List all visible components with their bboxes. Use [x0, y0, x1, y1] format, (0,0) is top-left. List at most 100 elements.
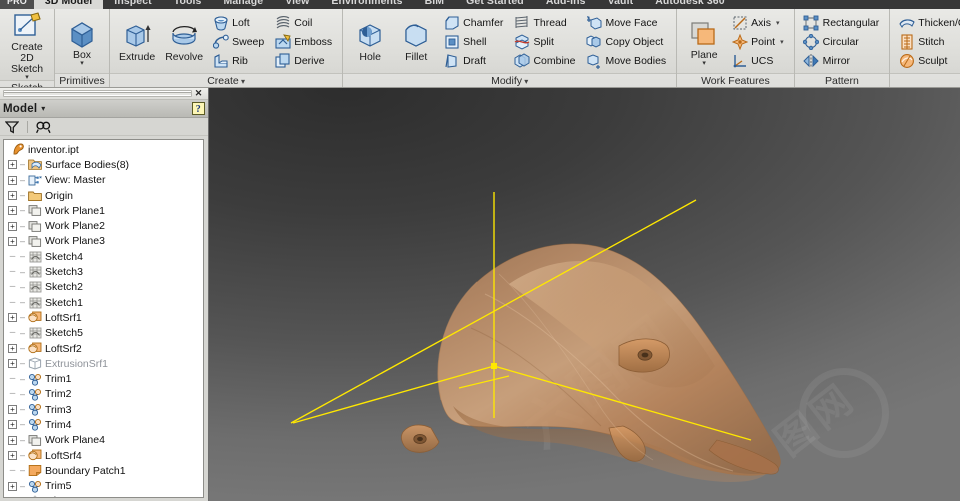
ribbon-tab-add-ins[interactable]: Add-Ins: [535, 0, 597, 9]
expand-icon[interactable]: +: [7, 358, 18, 369]
ribbon-panel-label[interactable]: Surface ▾: [890, 73, 960, 87]
find-icon[interactable]: [36, 120, 52, 134]
expand-icon[interactable]: +: [7, 205, 18, 216]
close-icon[interactable]: ✕: [192, 88, 205, 99]
ribbon-tab-inspect[interactable]: Inspect: [103, 0, 162, 9]
tree-node[interactable]: – – Trim2: [4, 387, 203, 402]
ribbon-button-emboss[interactable]: Emboss: [272, 32, 336, 51]
ribbon-button-draft[interactable]: Draft: [441, 51, 507, 70]
ribbon-button-create-2d-sketch[interactable]: Create 2D Sketch ▾: [4, 10, 50, 81]
tree-node[interactable]: – – Sketch5: [4, 326, 203, 341]
ribbon-button-thread[interactable]: Thread: [511, 13, 579, 32]
tree-node[interactable]: + – Origin: [4, 188, 203, 203]
expand-icon[interactable]: +: [7, 312, 18, 323]
expand-icon[interactable]: +: [7, 175, 18, 186]
tree-node[interactable]: + – Surface Bodies(8): [4, 157, 203, 172]
ribbon-tab-bim[interactable]: BIM: [414, 0, 456, 9]
ribbon-button-point[interactable]: Point ▾: [729, 32, 787, 51]
ribbon-button-derive[interactable]: Derive: [272, 51, 336, 70]
tree-node[interactable]: – – Trim1: [4, 371, 203, 386]
ribbon-button-fillet[interactable]: Fillet: [393, 20, 439, 63]
expand-icon[interactable]: +: [7, 190, 18, 201]
chevron-down-icon[interactable]: ▾: [702, 60, 706, 67]
ribbon-panel-label[interactable]: Work Features: [677, 73, 794, 87]
help-icon[interactable]: ?: [192, 102, 205, 115]
ribbon-button-move-face[interactable]: Move Face: [583, 13, 670, 32]
ribbon-button-shell[interactable]: Shell: [441, 32, 507, 51]
browser-drag-grip[interactable]: ✕: [0, 88, 208, 100]
ribbon-tab-manage[interactable]: Manage: [213, 0, 275, 9]
ribbon-tab-autodesk-360[interactable]: Autodesk 360: [644, 0, 735, 9]
ribbon-tab-environments[interactable]: Environments: [320, 0, 413, 9]
ribbon-button-axis[interactable]: Axis ▾: [729, 13, 787, 32]
filter-icon[interactable]: [5, 120, 19, 134]
ribbon-button-extrude[interactable]: Extrude: [114, 20, 160, 63]
tree-node[interactable]: + – LoftSrf1: [4, 310, 203, 325]
ribbon-tab-vault[interactable]: Vault: [597, 0, 645, 9]
chevron-down-icon[interactable]: ▾: [522, 77, 528, 86]
tree-node[interactable]: – – Sketch1: [4, 295, 203, 310]
expand-icon[interactable]: +: [7, 221, 18, 232]
ribbon-panel-label[interactable]: Primitives: [55, 73, 109, 87]
tree-node[interactable]: + – Work Plane2: [4, 218, 203, 233]
ribbon-button-mirror[interactable]: Mirror: [801, 51, 884, 70]
tree-node[interactable]: – – Boundary Patch1: [4, 463, 203, 478]
ribbon-button-revolve[interactable]: Revolve: [160, 20, 208, 63]
expand-icon[interactable]: +: [7, 481, 18, 492]
expand-icon[interactable]: +: [7, 496, 18, 497]
ribbon-button-plane[interactable]: Plane ▾: [681, 18, 727, 67]
expand-icon[interactable]: +: [7, 236, 18, 247]
tree-node[interactable]: + – View: Master: [4, 173, 203, 188]
tree-node[interactable]: + – LoftSrf4: [4, 448, 203, 463]
ribbon-button-split[interactable]: Split: [511, 32, 579, 51]
tree-node[interactable]: – – Sketch4: [4, 249, 203, 264]
tree-node[interactable]: + – Work Plane4: [4, 433, 203, 448]
ribbon-button-sculpt[interactable]: Sculpt: [896, 51, 960, 70]
ribbon-button-ucs[interactable]: UCS: [729, 51, 787, 70]
ribbon-button-box[interactable]: Box ▾: [59, 18, 105, 67]
ribbon-tab-get-started[interactable]: Get Started: [455, 0, 535, 9]
tree-node[interactable]: + – Work Plane3: [4, 234, 203, 249]
tree-node[interactable]: + – ExtrusionSrf1: [4, 356, 203, 371]
ribbon-panel-label[interactable]: Modify ▾: [343, 73, 677, 87]
tree-node[interactable]: + – Trim5: [4, 479, 203, 494]
ribbon-button-copy-object[interactable]: Copy Object: [583, 32, 670, 51]
ribbon-button-thicken-offset[interactable]: Thicken/Offset: [896, 13, 960, 32]
chevron-down-icon[interactable]: ▾: [239, 77, 245, 86]
expand-icon[interactable]: +: [7, 450, 18, 461]
tree-node[interactable]: – – Sketch2: [4, 280, 203, 295]
ribbon-button-chamfer[interactable]: Chamfer: [441, 13, 507, 32]
expand-icon[interactable]: +: [7, 159, 18, 170]
ribbon-button-move-bodies[interactable]: Move Bodies: [583, 51, 670, 70]
expand-icon[interactable]: +: [7, 404, 18, 415]
ribbon-panel-label[interactable]: Pattern: [794, 73, 890, 87]
ribbon-button-loft[interactable]: Loft: [210, 13, 268, 32]
tree-node[interactable]: + – Trim4: [4, 417, 203, 432]
ribbon-tab-view[interactable]: View: [274, 0, 320, 9]
expand-icon[interactable]: +: [7, 343, 18, 354]
expand-icon[interactable]: +: [7, 435, 18, 446]
chevron-down-icon[interactable]: ▾: [41, 104, 45, 113]
tree-node[interactable]: + – Work Plane1: [4, 203, 203, 218]
ribbon-button-rectangular[interactable]: Rectangular: [801, 13, 884, 32]
ribbon-panel-label[interactable]: Sketch: [0, 80, 54, 87]
ribbon-panel-label[interactable]: Create ▾: [110, 73, 343, 87]
chevron-down-icon[interactable]: ▾: [780, 38, 784, 46]
ribbon-button-sweep[interactable]: Sweep: [210, 32, 268, 51]
ribbon-button-circular[interactable]: Circular: [801, 32, 884, 51]
ribbon-button-coil[interactable]: Coil: [272, 13, 336, 32]
tree-node[interactable]: – – Sketch3: [4, 264, 203, 279]
ribbon-tab-tools[interactable]: Tools: [163, 0, 213, 9]
tree-node[interactable]: +– Mirror1: [4, 494, 203, 497]
ribbon-button-combine[interactable]: Combine: [511, 51, 579, 70]
expand-icon[interactable]: +: [7, 419, 18, 430]
model-tree[interactable]: inventor.ipt + – Surface Bodies(8) + – View: M…: [3, 139, 204, 498]
ribbon-button-rib[interactable]: Rib: [210, 51, 268, 70]
ribbon-tab-3d-model[interactable]: 3D Model: [33, 0, 104, 9]
ribbon-button-hole[interactable]: Hole: [347, 20, 393, 63]
chevron-down-icon[interactable]: ▾: [776, 19, 780, 27]
tree-node[interactable]: + – Trim3: [4, 402, 203, 417]
chevron-down-icon[interactable]: ▾: [80, 60, 84, 67]
3d-viewport[interactable]: 六图网 图网: [209, 88, 960, 501]
ribbon-button-stitch[interactable]: Stitch: [896, 32, 960, 51]
